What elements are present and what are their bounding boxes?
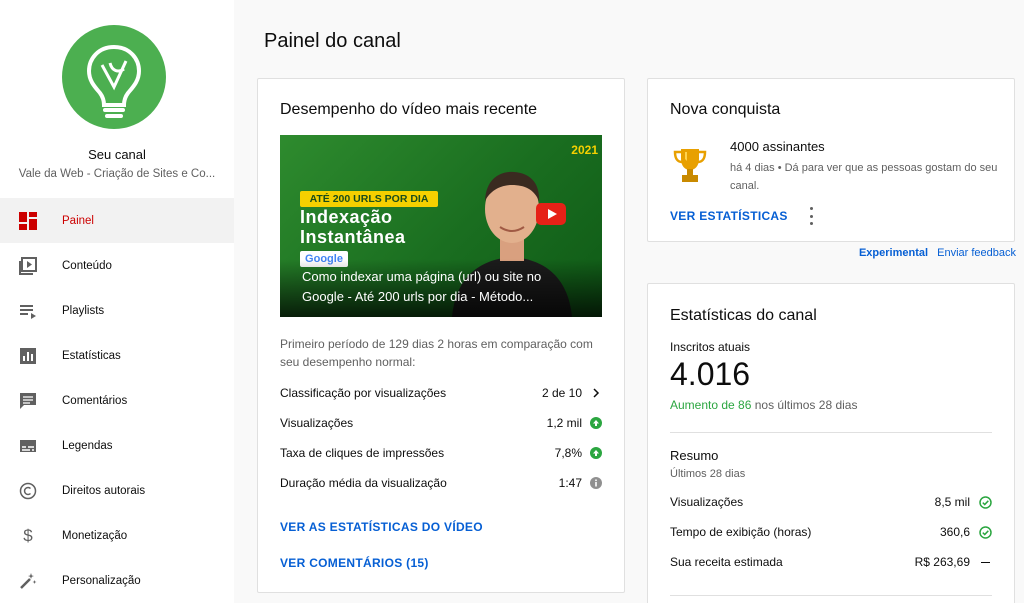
- channel-label: Seu canal: [88, 147, 146, 162]
- video-title-line: Google - Até 200 urls por dia - Método..…: [302, 289, 534, 304]
- perf-row-duration: Duração média da visualização 1:47: [280, 473, 602, 493]
- video-title-line: Como indexar uma página (url) ou site no: [302, 269, 542, 284]
- arrow-up-icon: [590, 447, 602, 459]
- perf-label: Classificação por visualizações: [280, 386, 447, 400]
- sidebar-item-label: Comentários: [62, 394, 128, 407]
- youtube-play-icon: [536, 203, 566, 225]
- perf-value: 7,8%: [554, 446, 582, 460]
- channel-avatar[interactable]: [62, 25, 166, 129]
- dash-icon: [978, 561, 992, 563]
- stat-value: R$ 263,69: [914, 555, 970, 569]
- sidebar-item-label: Personalização: [62, 574, 141, 587]
- perf-row-views: Visualizações 1,2 mil: [280, 413, 602, 433]
- page-title: Painel do canal: [264, 30, 401, 52]
- stat-row-revenue: Sua receita estimada R$ 263,69: [670, 552, 992, 572]
- stat-value: 8,5 mil: [934, 495, 970, 509]
- sidebar-item-personalizacao[interactable]: Personalização: [0, 558, 234, 603]
- analytics-icon: [18, 346, 38, 366]
- latest-video-card: Desempenho do vídeo mais recente 2021 AT…: [257, 78, 625, 593]
- lightbulb-icon: [86, 44, 142, 118]
- perf-label: Taxa de cliques de impressões: [280, 446, 445, 460]
- card-title: Nova conquista: [670, 101, 781, 118]
- stat-row-views: Visualizações 8,5 mil: [670, 492, 992, 512]
- perf-row-ranking[interactable]: Classificação por visualizações 2 de 10: [280, 383, 602, 403]
- perf-label: Duração média da visualização: [280, 476, 447, 490]
- stat-label: Visualizações: [670, 495, 744, 509]
- check-circle-icon: [978, 525, 992, 539]
- achievement-description: há 4 dias • Dá para ver que as pessoas g…: [730, 162, 998, 192]
- card-title: Desempenho do vídeo mais recente: [280, 101, 538, 118]
- growth-highlight: Aumento de 86: [670, 398, 752, 412]
- sidebar-item-comentarios[interactable]: Comentários: [0, 378, 234, 423]
- check-circle-icon: [978, 495, 992, 509]
- sidebar-nav: Painel Conteúdo Playlists Estatísticas C…: [0, 198, 234, 603]
- sidebar-item-monetizacao[interactable]: $ Monetização: [0, 513, 234, 558]
- thumbnail-headline: Instantânea: [300, 227, 406, 247]
- perf-value: 2 de 10: [541, 386, 582, 400]
- stat-value: 360,6: [939, 525, 970, 539]
- chevron-right-icon: [590, 387, 602, 399]
- view-stats-link[interactable]: VER ESTATÍSTICAS: [670, 209, 788, 223]
- stat-row-watch-time: Tempo de exibição (horas) 360,6: [670, 522, 992, 542]
- view-video-stats-link[interactable]: VER AS ESTATÍSTICAS DO VÍDEO: [280, 520, 483, 534]
- sidebar-item-label: Direitos autorais: [62, 484, 146, 497]
- sidebar-item-playlists[interactable]: Playlists: [0, 288, 234, 333]
- channel-stats-card: Estatísticas do canal Inscritos atuais 4…: [647, 283, 1015, 603]
- sidebar-item-label: Conteúdo: [62, 259, 112, 272]
- channel-name: Vale da Web - Criação de Sites e Co...: [18, 168, 216, 180]
- achievement-name: 4000 assinantes: [730, 139, 825, 154]
- perf-row-ctr: Taxa de cliques de impressões 7,8%: [280, 443, 602, 463]
- subscribers-count: 4.016: [670, 356, 751, 392]
- sidebar-item-direitos[interactable]: Direitos autorais: [0, 468, 234, 513]
- divider: [670, 432, 992, 433]
- trophy-icon: [673, 149, 707, 182]
- sidebar-item-label: Legendas: [62, 439, 113, 452]
- dollar-icon: $: [23, 525, 33, 545]
- summary-title: Resumo: [670, 448, 719, 463]
- magic-wand-icon: [18, 571, 38, 591]
- sidebar-item-estatisticas[interactable]: Estatísticas: [0, 333, 234, 378]
- subtitles-icon: [18, 436, 38, 456]
- experimental-label: Experimental: [858, 247, 929, 259]
- comments-icon: [18, 391, 38, 411]
- sidebar-item-label: Painel: [62, 214, 94, 227]
- sidebar-item-painel[interactable]: Painel: [0, 198, 234, 243]
- subscribers-label: Inscritos atuais: [670, 340, 751, 354]
- dashboard-icon: [18, 211, 38, 231]
- video-thumbnail[interactable]: 2021 ATÉ 200 URLS POR DIA Indexação Inst…: [280, 135, 602, 317]
- arrow-up-icon: [590, 417, 602, 429]
- comparison-description: Primeiro período de 129 dias 2 horas em …: [280, 337, 593, 369]
- thumbnail-badge: ATÉ 200 URLS POR DIA: [300, 191, 438, 207]
- sidebar-item-label: Playlists: [62, 304, 105, 317]
- view-comments-link[interactable]: VER COMENTÁRIOS (15): [280, 556, 429, 570]
- info-icon: [590, 477, 602, 489]
- sidebar-item-legendas[interactable]: Legendas: [0, 423, 234, 468]
- send-feedback-link[interactable]: Enviar feedback: [937, 247, 1016, 259]
- thumbnail-headline: Indexação: [300, 207, 393, 227]
- stat-label: Tempo de exibição (horas): [670, 525, 812, 539]
- growth-period: nos últimos 28 dias: [751, 398, 858, 412]
- content-icon: [18, 256, 38, 276]
- playlists-icon: [18, 301, 38, 321]
- perf-label: Visualizações: [280, 416, 354, 430]
- sidebar-item-label: Monetização: [62, 529, 128, 542]
- experimental-row: Experimental Enviar feedback: [853, 247, 1016, 259]
- card-title: Estatísticas do canal: [670, 307, 817, 324]
- perf-value: 1:47: [558, 476, 582, 490]
- sidebar-item-label: Estatísticas: [62, 349, 121, 362]
- achievement-card: Nova conquista 4000 assinantes há 4 dias…: [647, 78, 1015, 242]
- subscribers-growth: Aumento de 86 nos últimos 28 dias: [670, 398, 857, 412]
- divider: [670, 595, 992, 596]
- more-options-icon[interactable]: [803, 207, 819, 225]
- perf-value: 1,2 mil: [546, 416, 582, 430]
- stat-label: Sua receita estimada: [670, 555, 783, 569]
- sidebar: Seu canal Vale da Web - Criação de Sites…: [0, 0, 234, 603]
- summary-period: Últimos 28 dias: [670, 468, 746, 480]
- copyright-icon: [18, 481, 38, 501]
- sidebar-item-conteudo[interactable]: Conteúdo: [0, 243, 234, 288]
- video-title-caption: Como indexar uma página (url) ou site no…: [280, 259, 602, 317]
